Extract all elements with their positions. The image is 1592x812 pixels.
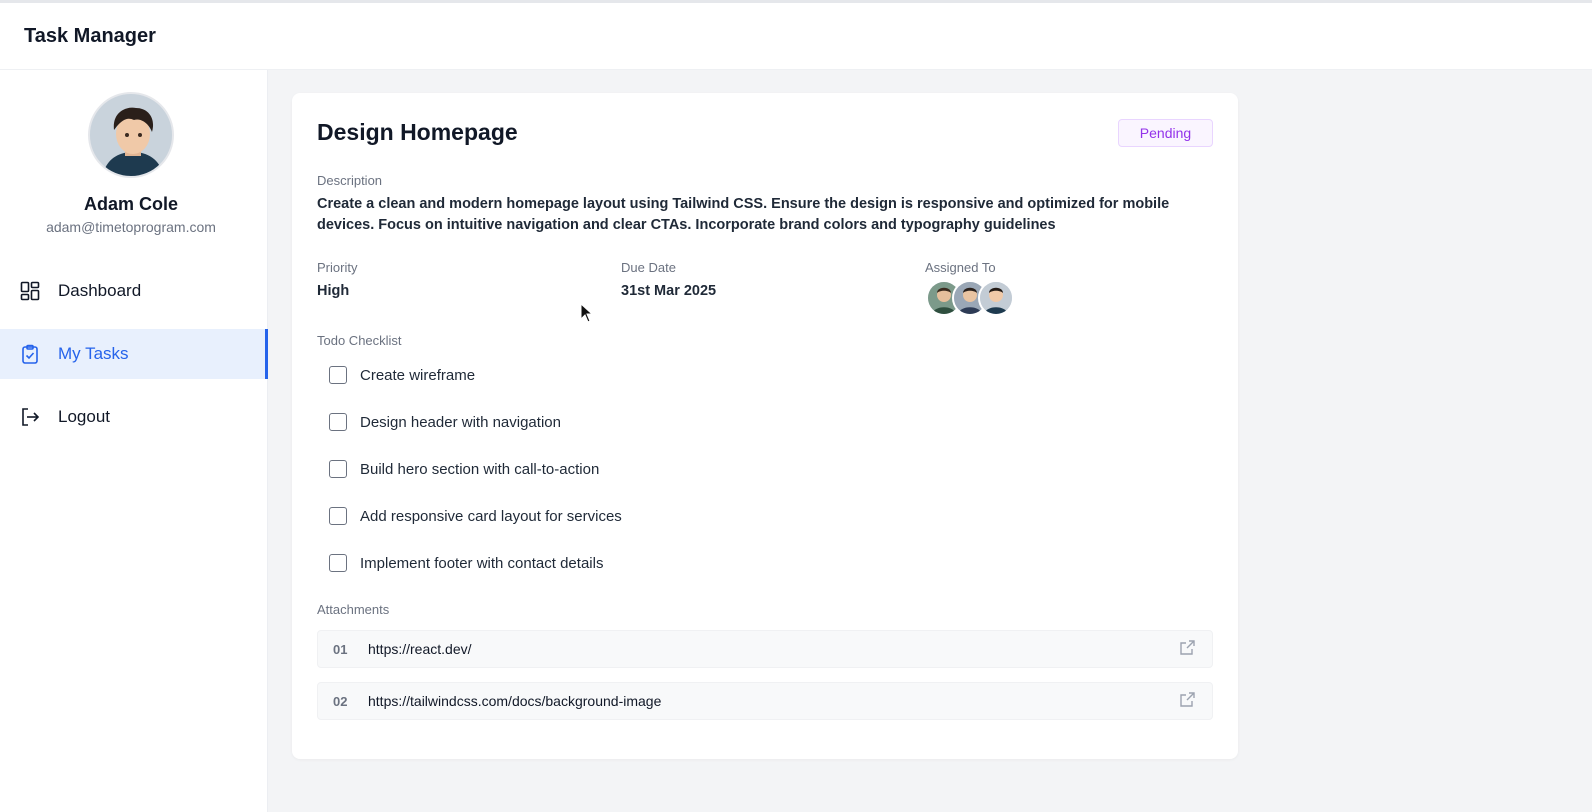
description-label: Description bbox=[317, 173, 383, 188]
due-date-value: 31st Mar 2025 bbox=[621, 283, 717, 299]
checklist-item-label: Build hero section with call-to-action bbox=[360, 460, 600, 478]
checkbox[interactable] bbox=[329, 366, 347, 384]
attachment-number: 01 bbox=[333, 641, 348, 657]
assigned-to-label: Assigned To bbox=[925, 260, 996, 275]
task-description: Create a clean and modern homepage layou… bbox=[317, 196, 1170, 233]
dashboard-grid-icon bbox=[20, 281, 40, 301]
user-email: adam@timetoprogram.com bbox=[46, 219, 216, 235]
checklist-item-label: Add responsive card layout for services bbox=[360, 507, 622, 525]
sidebar: Adam Cole adam@timetoprogram.com Dashboa… bbox=[0, 70, 268, 812]
attachment-row[interactable]: 02 https://tailwindcss.com/docs/backgrou… bbox=[317, 682, 1213, 720]
checklist-item-label: Create wireframe bbox=[360, 366, 476, 384]
attachment-link[interactable]: https://tailwindcss.com/docs/background-… bbox=[368, 693, 1178, 709]
checklist-item-label: Design header with navigation bbox=[360, 413, 561, 431]
external-link-icon[interactable] bbox=[1178, 691, 1198, 711]
assignee-avatar bbox=[978, 280, 1014, 316]
checkbox[interactable] bbox=[329, 507, 347, 525]
priority-value: High bbox=[317, 283, 350, 299]
priority-label: Priority bbox=[317, 260, 358, 275]
checklist-item[interactable]: Design header with navigation bbox=[329, 410, 561, 434]
clipboard-check-icon bbox=[20, 344, 40, 364]
sidebar-item-label: Dashboard bbox=[58, 281, 142, 300]
checklist-item[interactable]: Add responsive card layout for services bbox=[329, 504, 622, 528]
checklist-item-label: Implement footer with contact details bbox=[360, 554, 604, 572]
app-title: Task Manager bbox=[24, 24, 156, 47]
checklist-item[interactable]: Implement footer with contact details bbox=[329, 551, 603, 575]
checkbox[interactable] bbox=[329, 554, 347, 572]
sidebar-item-logout[interactable]: Logout bbox=[0, 392, 268, 442]
external-link-icon[interactable] bbox=[1178, 639, 1198, 659]
assignee-avatars bbox=[926, 280, 1014, 316]
checkbox[interactable] bbox=[329, 460, 347, 478]
sidebar-item-label: Logout bbox=[58, 407, 110, 426]
attachment-number: 02 bbox=[333, 693, 348, 709]
user-name: Adam Cole bbox=[83, 194, 179, 214]
task-details-card: Design Homepage Pending Description Crea… bbox=[292, 93, 1238, 759]
attachment-link[interactable]: https://react.dev/ bbox=[368, 641, 1178, 657]
checkbox[interactable] bbox=[329, 413, 347, 431]
sidebar-item-my-tasks[interactable]: My Tasks bbox=[0, 329, 268, 379]
checklist-label: Todo Checklist bbox=[317, 333, 402, 348]
attachment-row[interactable]: 01 https://react.dev/ bbox=[317, 630, 1213, 668]
logout-icon bbox=[20, 407, 40, 427]
status-badge: Pending bbox=[1118, 119, 1213, 147]
attachments-label: Attachments bbox=[317, 602, 390, 617]
sidebar-item-dashboard[interactable]: Dashboard bbox=[0, 266, 268, 316]
user-avatar bbox=[88, 92, 174, 178]
checklist-item[interactable]: Build hero section with call-to-action bbox=[329, 457, 599, 481]
mouse-cursor-icon bbox=[580, 302, 594, 323]
due-date-label: Due Date bbox=[621, 260, 676, 275]
top-bar: Task Manager bbox=[0, 0, 1592, 70]
checklist-item[interactable]: Create wireframe bbox=[329, 363, 475, 387]
task-title: Design Homepage bbox=[317, 119, 518, 145]
sidebar-item-label: My Tasks bbox=[58, 344, 129, 363]
